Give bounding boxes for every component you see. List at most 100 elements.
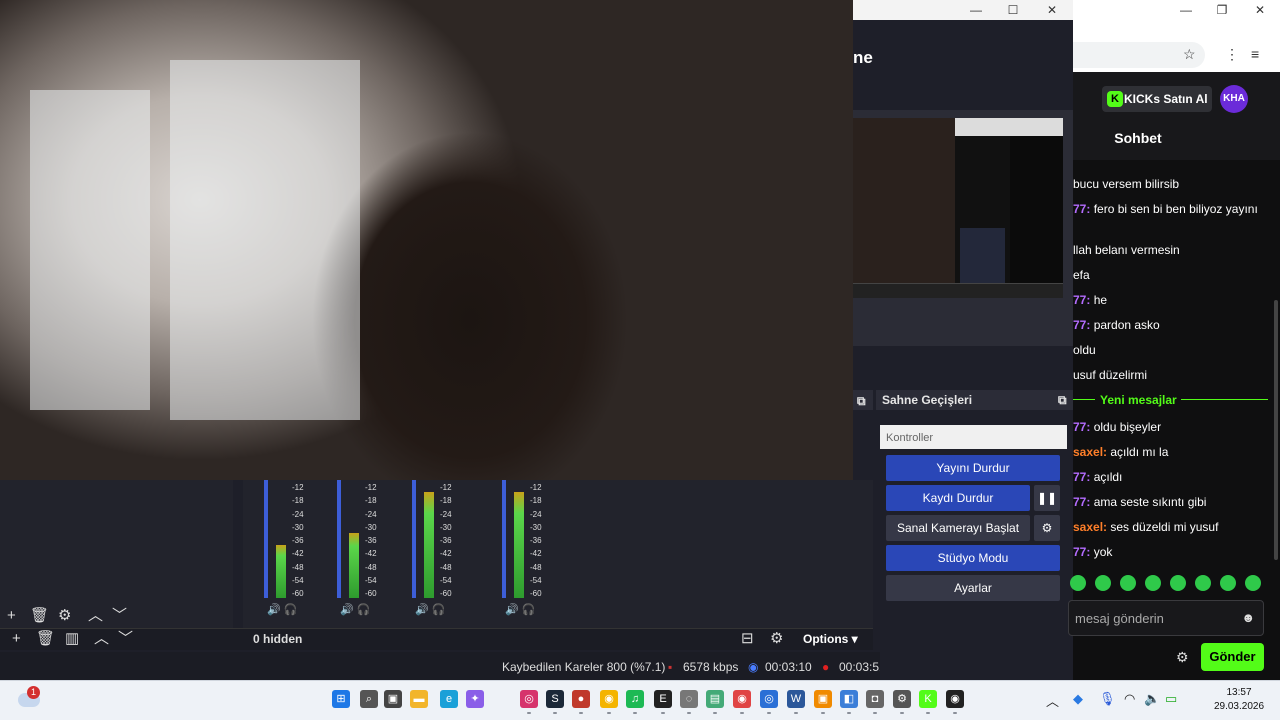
- move-up-icon[interactable]: ︿: [94, 631, 109, 647]
- advanced-audio-icon[interactable]: ⚙: [770, 631, 783, 647]
- chat-username[interactable]: 77:: [1073, 545, 1094, 559]
- stream-time: 00:03:10: [765, 660, 812, 674]
- word-icon[interactable]: W: [787, 690, 805, 708]
- monitor-icon[interactable]: 🎧: [357, 604, 371, 616]
- remove-source-icon[interactable]: 🗑: [36, 631, 55, 647]
- emoji-icon[interactable]: ☻: [1241, 610, 1255, 625]
- monitor-icon[interactable]: 🎧: [432, 604, 446, 616]
- steam-icon[interactable]: S: [546, 690, 564, 708]
- chat-username[interactable]: 77:: [1073, 318, 1094, 332]
- stop-record-button[interactable]: Kaydı Durdur: [886, 485, 1030, 511]
- trash-icon[interactable]: 🗑: [30, 608, 49, 624]
- obs-maximize-button[interactable]: ☐: [996, 0, 1030, 20]
- chat-username[interactable]: 77:: [1073, 470, 1094, 484]
- chat-username[interactable]: saxel:: [1073, 445, 1110, 459]
- browser-minimize-button[interactable]: —: [1169, 0, 1203, 20]
- chat-text: fero bi sen bi ben biliyoz yayını: [1093, 202, 1258, 216]
- monitor-icon[interactable]: 🎧: [284, 604, 298, 616]
- speaker-icon[interactable]: 🔊: [505, 604, 519, 616]
- obs-close-button[interactable]: ✕: [1035, 0, 1069, 20]
- clock[interactable]: 13:57 29.03.2026: [1212, 686, 1266, 716]
- emote-icon[interactable]: [1170, 575, 1186, 591]
- app-icon[interactable]: ◧: [840, 690, 858, 708]
- chat-username[interactable]: 77:: [1073, 202, 1094, 216]
- send-button[interactable]: Gönder: [1201, 643, 1264, 671]
- browser-close-button[interactable]: ✕: [1243, 0, 1277, 20]
- obs-preview-toolbar: [853, 283, 1063, 298]
- kick-icon[interactable]: K: [919, 690, 937, 708]
- options-button[interactable]: Options ▾: [803, 632, 858, 646]
- emote-icon[interactable]: [1220, 575, 1236, 591]
- security-icon[interactable]: ◆: [1073, 691, 1083, 707]
- layout-icon[interactable]: ⊟: [741, 631, 754, 647]
- chrome-icon[interactable]: ◉: [600, 690, 618, 708]
- emote-icon[interactable]: [1095, 575, 1111, 591]
- emote-icon[interactable]: [1120, 575, 1136, 591]
- file-explorer-icon[interactable]: ▬: [410, 690, 428, 708]
- menu-dots-icon[interactable]: ⋮: [1225, 46, 1239, 63]
- app-icon[interactable]: ◌: [680, 690, 698, 708]
- chat-input[interactable]: mesaj gönderin ☻: [1068, 600, 1264, 636]
- obs-icon[interactable]: ◉: [946, 690, 964, 708]
- meter-scale-label: -18: [365, 496, 377, 506]
- wifi-icon[interactable]: ◠: [1124, 691, 1135, 707]
- camera-icon[interactable]: ◘: [866, 690, 884, 708]
- emote-icon[interactable]: [1070, 575, 1086, 591]
- settings-icon[interactable]: ⚙: [893, 690, 911, 708]
- task-view-icon[interactable]: ▣: [384, 690, 402, 708]
- speaker-icon[interactable]: 🔊: [415, 604, 429, 616]
- filter-icon[interactable]: ▥: [65, 631, 79, 647]
- emote-icon[interactable]: [1195, 575, 1211, 591]
- chat-username[interactable]: 77:: [1073, 293, 1094, 307]
- emote-icon[interactable]: [1145, 575, 1161, 591]
- speaker-icon[interactable]: 🔊: [340, 604, 354, 616]
- edge-icon[interactable]: e: [440, 690, 458, 708]
- gear-icon[interactable]: ⚙: [58, 608, 71, 624]
- copilot-icon[interactable]: ✦: [466, 690, 484, 708]
- epic-games-icon[interactable]: E: [654, 690, 672, 708]
- chevron-up-icon[interactable]: ︿: [1046, 691, 1059, 710]
- volume-icon[interactable]: 🔈: [1144, 691, 1160, 707]
- chevron-up-icon[interactable]: ︿: [88, 608, 103, 624]
- windows-start-icon[interactable]: ⊞: [332, 690, 350, 708]
- speaker-icon[interactable]: 🔊: [267, 604, 281, 616]
- meter-scale-label: -36: [440, 536, 452, 546]
- avatar[interactable]: KHA: [1220, 85, 1248, 113]
- studio-mode-button[interactable]: Stüdyo Modu: [886, 545, 1060, 571]
- app-icon[interactable]: ▣: [814, 690, 832, 708]
- chat-settings-icon[interactable]: ⚙: [1176, 649, 1189, 666]
- spotify-icon[interactable]: ♫: [626, 690, 644, 708]
- dock-float-icon[interactable]: ⧉: [853, 390, 873, 410]
- bookmark-star-icon[interactable]: ☆: [1183, 46, 1196, 63]
- battery-icon[interactable]: ▭: [1165, 691, 1177, 707]
- move-down-icon[interactable]: ﹀: [118, 631, 133, 647]
- chat-scrollbar[interactable]: [1274, 300, 1278, 560]
- chevron-down-icon[interactable]: ﹀: [112, 608, 127, 624]
- virtual-camera-settings-button[interactable]: ⚙: [1034, 515, 1060, 541]
- virtual-camera-button[interactable]: Sanal Kamerayı Başlat: [886, 515, 1030, 541]
- chat-username[interactable]: 77:: [1073, 495, 1094, 509]
- pause-record-button[interactable]: ❚❚: [1034, 485, 1060, 511]
- menu-lines-icon[interactable]: ≡: [1251, 46, 1259, 62]
- microphone-icon[interactable]: 🎙: [1099, 691, 1116, 707]
- emote-icon[interactable]: [1245, 575, 1261, 591]
- add-source-icon[interactable]: +: [12, 631, 21, 647]
- instagram-icon[interactable]: ◎: [520, 690, 538, 708]
- app-icon[interactable]: ◎: [760, 690, 778, 708]
- address-bar[interactable]: ☆: [1073, 42, 1205, 68]
- chat-username[interactable]: 77:: [1073, 420, 1094, 434]
- chat-message: 77: pardon asko: [1073, 317, 1273, 333]
- app-icon[interactable]: ▤: [706, 690, 724, 708]
- stop-stream-button[interactable]: Yayını Durdur: [886, 455, 1060, 481]
- browser-maximize-button[interactable]: ❐: [1205, 0, 1239, 20]
- dock-float-icon[interactable]: ⧉: [1058, 393, 1067, 408]
- search-icon[interactable]: ⌕: [360, 690, 378, 708]
- monitor-icon[interactable]: 🎧: [522, 604, 536, 616]
- chat-username[interactable]: saxel:: [1073, 520, 1110, 534]
- obs-minimize-button[interactable]: —: [959, 0, 993, 20]
- time: 13:57: [1226, 687, 1252, 698]
- chrome-active-icon[interactable]: ◉: [733, 690, 751, 708]
- settings-button[interactable]: Ayarlar: [886, 575, 1060, 601]
- game-icon[interactable]: ●: [572, 690, 590, 708]
- add-icon[interactable]: +: [7, 608, 16, 624]
